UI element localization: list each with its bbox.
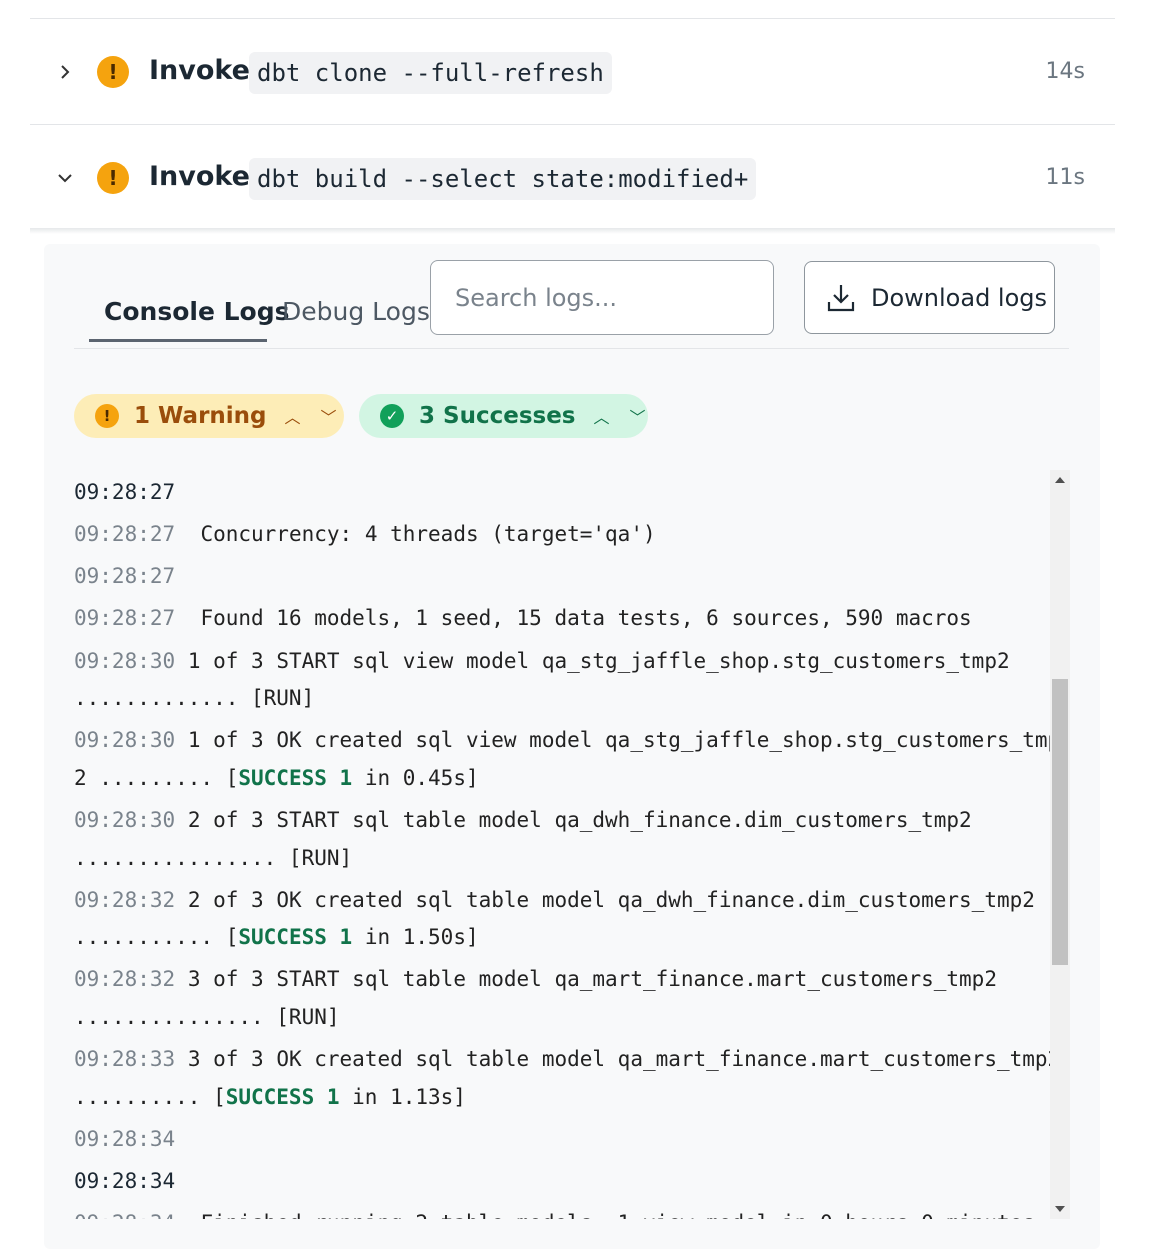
tabs-divider	[74, 348, 1069, 349]
log-timestamp: 09:28:27	[74, 522, 176, 546]
log-line: 09:28:27	[74, 473, 1050, 511]
log-timestamp: 09:28:34	[74, 1127, 176, 1151]
log-timestamp: 09:28:30	[74, 649, 176, 673]
log-timestamp: 09:28:30	[74, 808, 176, 832]
log-line: 09:28:27 Concurrency: 4 threads (target=…	[74, 515, 1050, 553]
chevron-down-icon[interactable]	[56, 169, 74, 187]
section-shadow	[30, 228, 1115, 234]
log-line: 09:28:27 Found 16 models, 1 seed, 15 dat…	[74, 599, 1050, 637]
log-line: 09:28:30 2 of 3 START sql table model qa…	[74, 801, 1050, 839]
step-title: Invoke	[149, 55, 250, 86]
log-timestamp: 09:28:27	[74, 564, 176, 588]
step-command: dbt build --select state:modified+	[249, 158, 757, 200]
success-marker: SUCCESS 1	[225, 1085, 340, 1109]
log-line-continued: ................ [RUN]	[74, 839, 1050, 877]
log-message: 3 of 3 START sql table model qa_mart_fin…	[187, 967, 997, 991]
log-timestamp: 09:28:30	[74, 728, 176, 752]
log-output: 09:28:27 09:28:27 Concurrency: 4 threads…	[74, 471, 1050, 1219]
log-message: 3 of 3 OK created sql table model qa_mar…	[187, 1047, 1050, 1071]
active-tab-indicator	[89, 339, 267, 342]
log-line: 09:28:27	[74, 557, 1050, 595]
step-row-build[interactable]: ! Invoke dbt build --select state:modifi…	[30, 125, 1115, 230]
log-message: 2 of 3 START sql table model qa_dwh_fina…	[187, 808, 972, 832]
log-message: 1 of 3 OK created sql view model qa_stg_…	[187, 728, 1050, 752]
step-command: dbt clone --full-refresh	[249, 52, 612, 94]
log-line: 09:28:33 3 of 3 OK created sql table mod…	[74, 1040, 1050, 1078]
search-logs-input[interactable]	[430, 260, 774, 335]
warning-icon: !	[97, 56, 129, 88]
log-timestamp: 09:28:34	[74, 1211, 175, 1219]
chevron-down-icon[interactable]: ﹀	[321, 404, 337, 428]
log-message-cont: ................ [RUN]	[74, 846, 353, 870]
log-timestamp: 09:28:33	[74, 1047, 176, 1071]
log-message-cont: ............. [RUN]	[74, 686, 315, 710]
log-line: 09:28:32 3 of 3 START sql table model qa…	[74, 960, 1050, 998]
log-line-continued: ............... [RUN]	[74, 998, 1050, 1036]
log-line: 09:28:34	[74, 1162, 1050, 1200]
log-line-continued: ............. [RUN]	[74, 679, 1050, 717]
log-timestamp: 09:28:32	[74, 888, 176, 912]
warning-icon: !	[95, 404, 119, 428]
log-message: Found 16 models, 1 seed, 15 data tests, …	[200, 606, 972, 630]
log-line: 09:28:32 2 of 3 OK created sql table mod…	[74, 881, 1050, 919]
log-message: Concurrency: 4 threads (target='qa')	[200, 522, 656, 546]
chevron-right-icon[interactable]	[56, 63, 74, 81]
log-line-continued: 2 ......... [SUCCESS 1 in 0.45s]	[74, 759, 1050, 797]
download-logs-label: Download logs	[871, 283, 1048, 312]
step-duration: 11s	[1045, 165, 1085, 190]
log-message-cont: 2 ......... [	[74, 766, 239, 790]
log-message-tail: in 1.13s]	[339, 1085, 466, 1109]
log-line: 09:28:34	[74, 1120, 1050, 1158]
success-marker: SUCCESS 1	[238, 925, 353, 949]
success-count: 3 Successes	[419, 403, 576, 429]
log-scrollbar[interactable]	[1050, 470, 1070, 1219]
tab-debug-logs[interactable]: Debug Logs	[282, 297, 430, 326]
download-icon	[827, 284, 855, 311]
step-title: Invoke	[149, 161, 250, 192]
check-circle-icon: ✓	[380, 404, 404, 428]
download-logs-button[interactable]: Download logs	[804, 261, 1055, 334]
log-message-tail: in 1.50s]	[352, 925, 479, 949]
log-message: Finished running 2 table models, 1 view …	[188, 1211, 1034, 1219]
log-timestamp: 09:28:34	[74, 1169, 176, 1193]
log-timestamp: 09:28:32	[74, 967, 176, 991]
warning-filter-badge[interactable]: ! 1 Warning ︿ ﹀	[74, 394, 344, 438]
log-message: 2 of 3 OK created sql table model qa_dwh…	[187, 888, 1035, 912]
log-message-tail: in 0.45s]	[352, 766, 479, 790]
log-line: 09:28:34 Finished running 2 table models…	[74, 1204, 1050, 1219]
log-line-continued: ........... [SUCCESS 1 in 1.50s]	[74, 918, 1050, 956]
log-message-cont: .......... [	[74, 1085, 226, 1109]
log-timestamp: 09:28:27	[74, 606, 176, 630]
scroll-up-arrow-icon[interactable]	[1055, 477, 1065, 483]
step-duration: 14s	[1045, 59, 1085, 84]
success-marker: SUCCESS 1	[238, 766, 353, 790]
log-line-continued: .......... [SUCCESS 1 in 1.13s]	[74, 1078, 1050, 1116]
warning-icon: !	[97, 162, 129, 194]
log-timestamp: 09:28:27	[74, 480, 176, 504]
chevron-up-icon[interactable]: ︿	[285, 404, 301, 428]
success-filter-badge[interactable]: ✓ 3 Successes ︿ ﹀	[359, 394, 648, 438]
log-message-cont: ........... [	[74, 925, 239, 949]
chevron-down-icon[interactable]: ﹀	[630, 404, 646, 428]
scroll-down-arrow-icon[interactable]	[1055, 1206, 1065, 1212]
log-line: 09:28:30 1 of 3 START sql view model qa_…	[74, 642, 1050, 680]
scrollbar-thumb[interactable]	[1052, 679, 1068, 965]
tab-console-logs[interactable]: Console Logs	[104, 297, 290, 326]
log-message-cont: ............... [RUN]	[74, 1005, 340, 1029]
log-message: 1 of 3 START sql view model qa_stg_jaffl…	[187, 649, 1010, 673]
chevron-up-icon[interactable]: ︿	[594, 404, 610, 428]
log-line: 09:28:30 1 of 3 OK created sql view mode…	[74, 721, 1050, 759]
warning-count: 1 Warning	[134, 403, 267, 429]
step-row-clone[interactable]: ! Invoke dbt clone --full-refresh 14s	[30, 19, 1115, 124]
